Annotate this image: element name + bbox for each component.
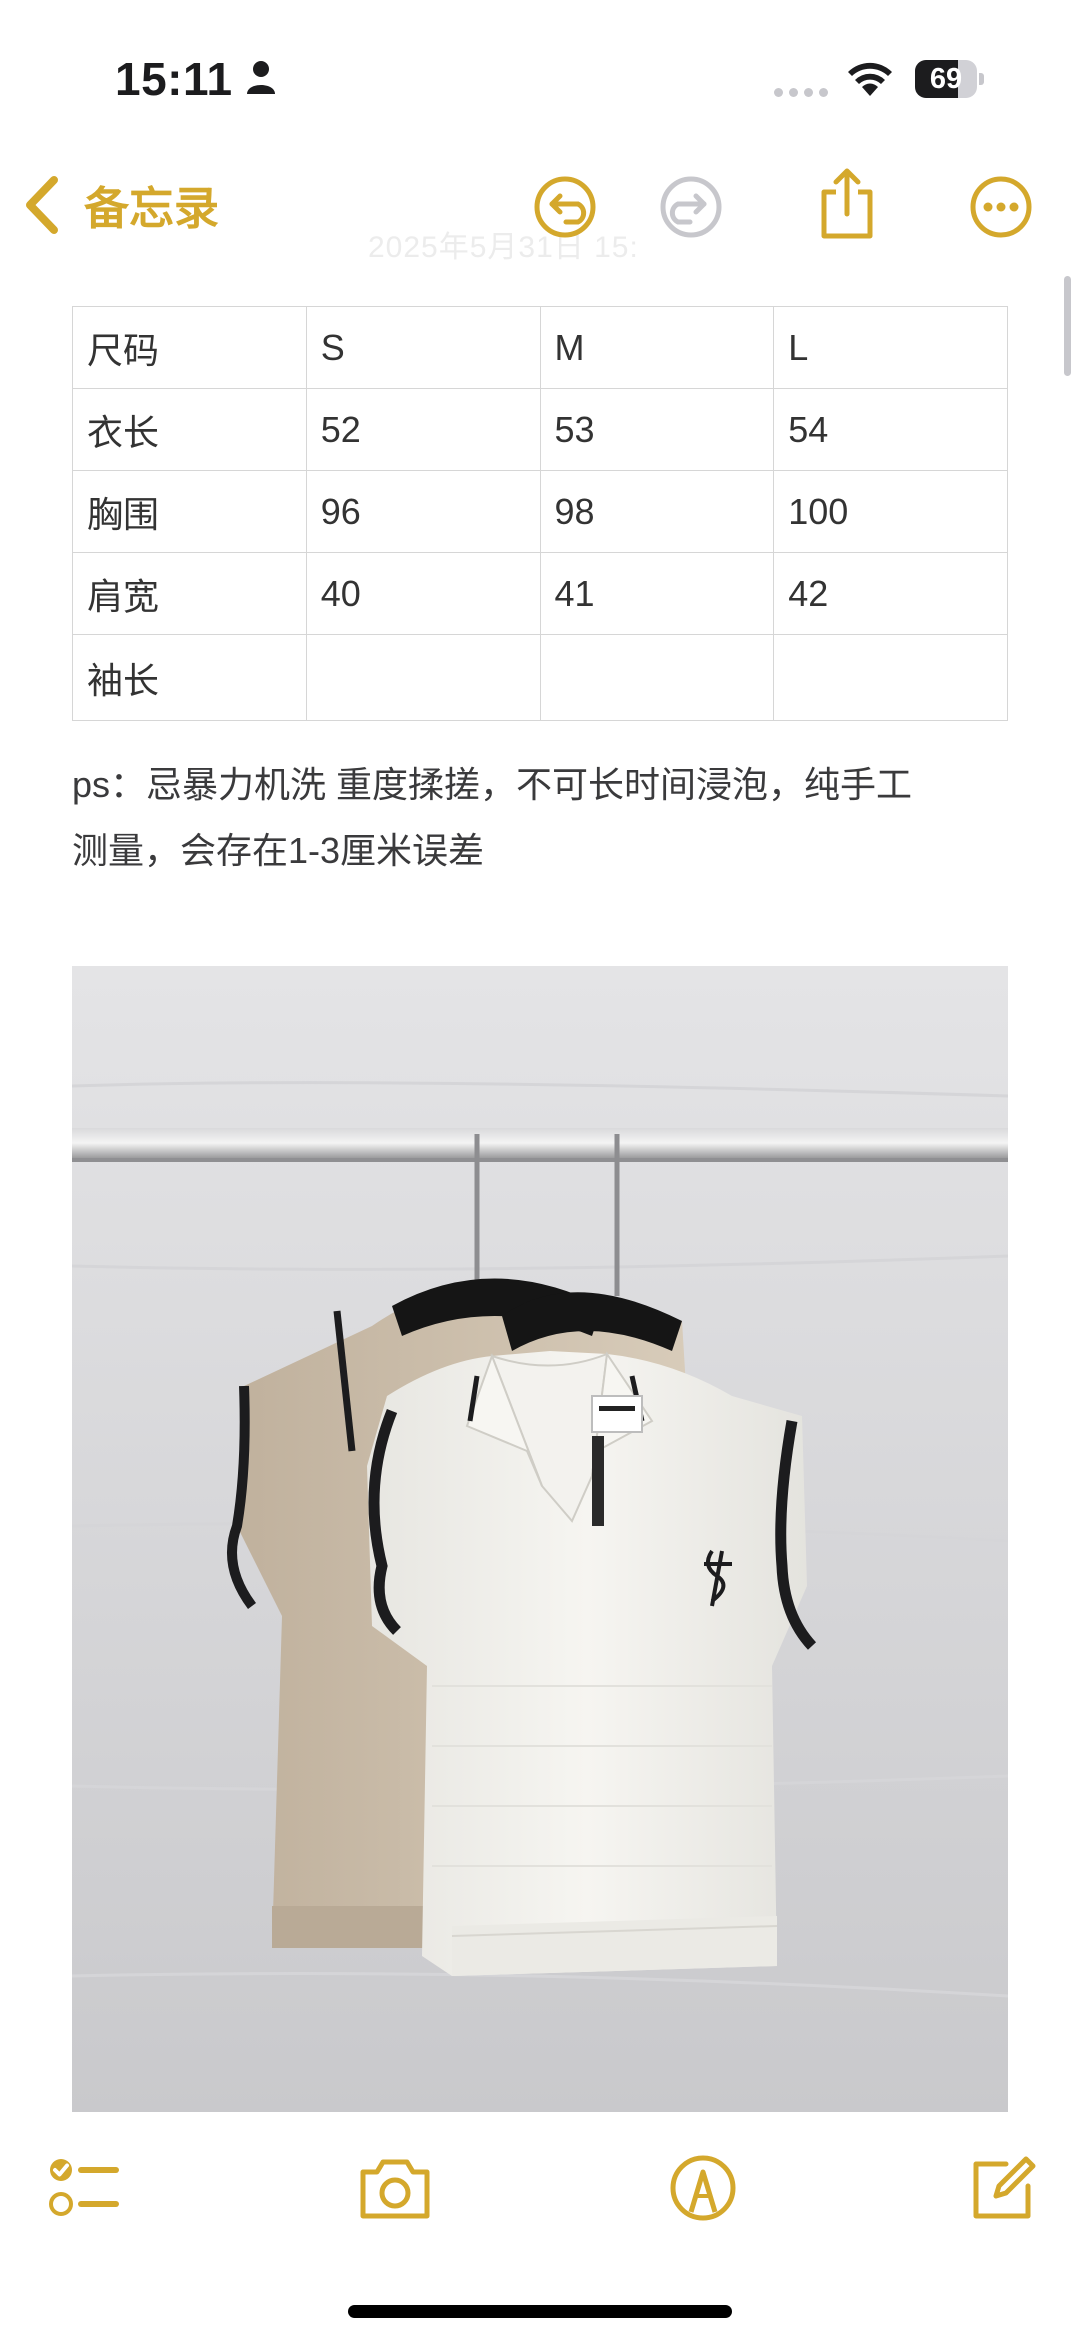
share-icon[interactable] xyxy=(812,166,882,242)
table-cell: 41 xyxy=(539,552,775,635)
table-cell xyxy=(305,634,541,721)
table-cell: 98 xyxy=(539,470,775,553)
product-photo[interactable] xyxy=(72,966,1008,2112)
undo-icon[interactable] xyxy=(530,172,600,242)
table-row: 胸围 96 98 100 xyxy=(72,470,1008,553)
chevron-left-icon xyxy=(26,175,58,234)
wifi-icon xyxy=(848,62,892,96)
battery-percent: 69 xyxy=(929,63,963,95)
battery-icon: 69 xyxy=(915,60,985,98)
nav-bar: 2025年5月31日 15: 备忘录 xyxy=(0,160,1080,264)
compose-icon[interactable] xyxy=(962,2148,1042,2228)
back-label: 备忘录 xyxy=(84,183,220,234)
table-row: 尺码 S M L xyxy=(72,306,1008,389)
table-cell: 96 xyxy=(305,470,541,553)
bottom-toolbar xyxy=(0,2128,1080,2258)
size-table: 尺码 S M L 衣长 52 53 54 胸围 96 98 100 肩宽 40 … xyxy=(72,306,1008,721)
status-bar: 15:11 69 xyxy=(0,0,1080,150)
table-row: 衣长 52 53 54 xyxy=(72,388,1008,471)
table-row: 袖长 xyxy=(72,634,1008,721)
table-cell xyxy=(539,634,775,721)
markup-icon[interactable] xyxy=(663,2148,743,2228)
table-cell: 52 xyxy=(305,388,541,471)
note-line: ps：忌暴力机洗 重度揉搓，不可长时间浸泡，纯手工 xyxy=(72,764,913,805)
table-cell: 衣长 xyxy=(72,388,307,471)
table-cell: 尺码 xyxy=(72,306,307,389)
table-cell xyxy=(773,634,1008,721)
redo-icon[interactable] xyxy=(656,172,726,242)
more-icon[interactable] xyxy=(966,172,1036,242)
table-cell: 胸围 xyxy=(72,470,307,553)
note-text[interactable]: ps：忌暴力机洗 重度揉搓，不可长时间浸泡，纯手工 测量，会存在1-3厘米误差 xyxy=(72,752,1012,884)
table-cell: 53 xyxy=(539,388,775,471)
table-row: 肩宽 40 41 42 xyxy=(72,552,1008,635)
scroll-indicator xyxy=(1064,276,1071,376)
table-cell: S xyxy=(305,306,541,389)
table-cell: 40 xyxy=(305,552,541,635)
table-cell: 袖长 xyxy=(72,634,307,721)
table-cell: L xyxy=(773,306,1008,389)
note-line: 测量，会存在1-3厘米误差 xyxy=(72,830,485,871)
table-cell: M xyxy=(539,306,775,389)
checklist-icon[interactable] xyxy=(44,2148,124,2228)
cellular-signal-icon xyxy=(774,88,828,97)
table-cell: 42 xyxy=(773,552,1008,635)
person-icon xyxy=(247,61,275,94)
status-time: 15:11 xyxy=(115,53,233,105)
table-cell: 肩宽 xyxy=(72,552,307,635)
home-indicator[interactable] xyxy=(348,2305,732,2318)
back-button[interactable]: 备忘录 xyxy=(22,172,219,237)
camera-icon[interactable] xyxy=(355,2148,435,2228)
table-cell: 54 xyxy=(773,388,1008,471)
table-cell: 100 xyxy=(773,470,1008,553)
